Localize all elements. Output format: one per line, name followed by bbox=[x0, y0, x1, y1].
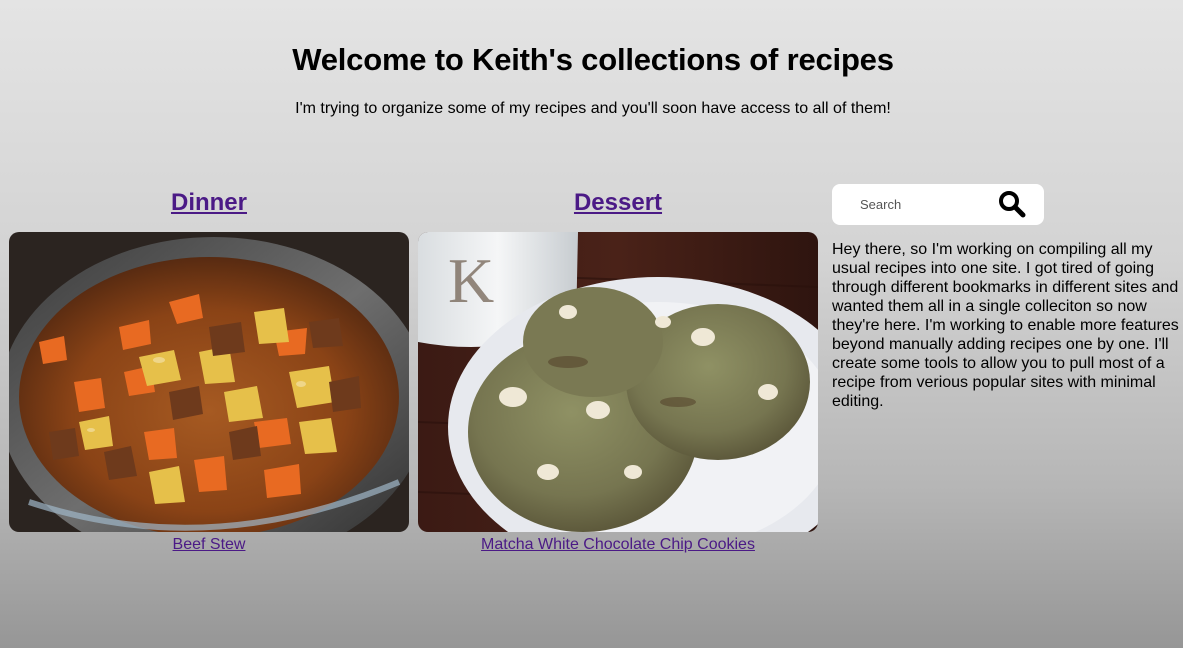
recipe-image-beef-stew[interactable] bbox=[9, 232, 409, 532]
recipe-link-matcha-cookies[interactable]: Matcha White Chocolate Chip Cookies bbox=[418, 536, 818, 554]
category-dessert: Dessert K Matcha White Chocolate Chip Co… bbox=[418, 186, 818, 553]
intro-text: Hey there, so I'm working on compiling a… bbox=[832, 241, 1179, 410]
page-subtitle: I'm trying to organize some of my recipe… bbox=[295, 100, 891, 117]
recipe-image-matcha-cookies[interactable]: K bbox=[418, 232, 818, 532]
svg-text:K: K bbox=[448, 245, 494, 316]
search-button[interactable] bbox=[992, 188, 1032, 222]
page-title: Welcome to Keith's collections of recipe… bbox=[292, 42, 894, 77]
search-box bbox=[832, 184, 1044, 225]
search-icon bbox=[998, 190, 1026, 221]
search-input[interactable] bbox=[844, 192, 984, 216]
category-heading-dessert[interactable]: Dessert bbox=[418, 186, 818, 222]
recipe-link-beef-stew[interactable]: Beef Stew bbox=[9, 536, 409, 554]
category-dinner: Dinner Beef Stew bbox=[9, 186, 409, 553]
category-heading-dinner[interactable]: Dinner bbox=[9, 186, 409, 222]
